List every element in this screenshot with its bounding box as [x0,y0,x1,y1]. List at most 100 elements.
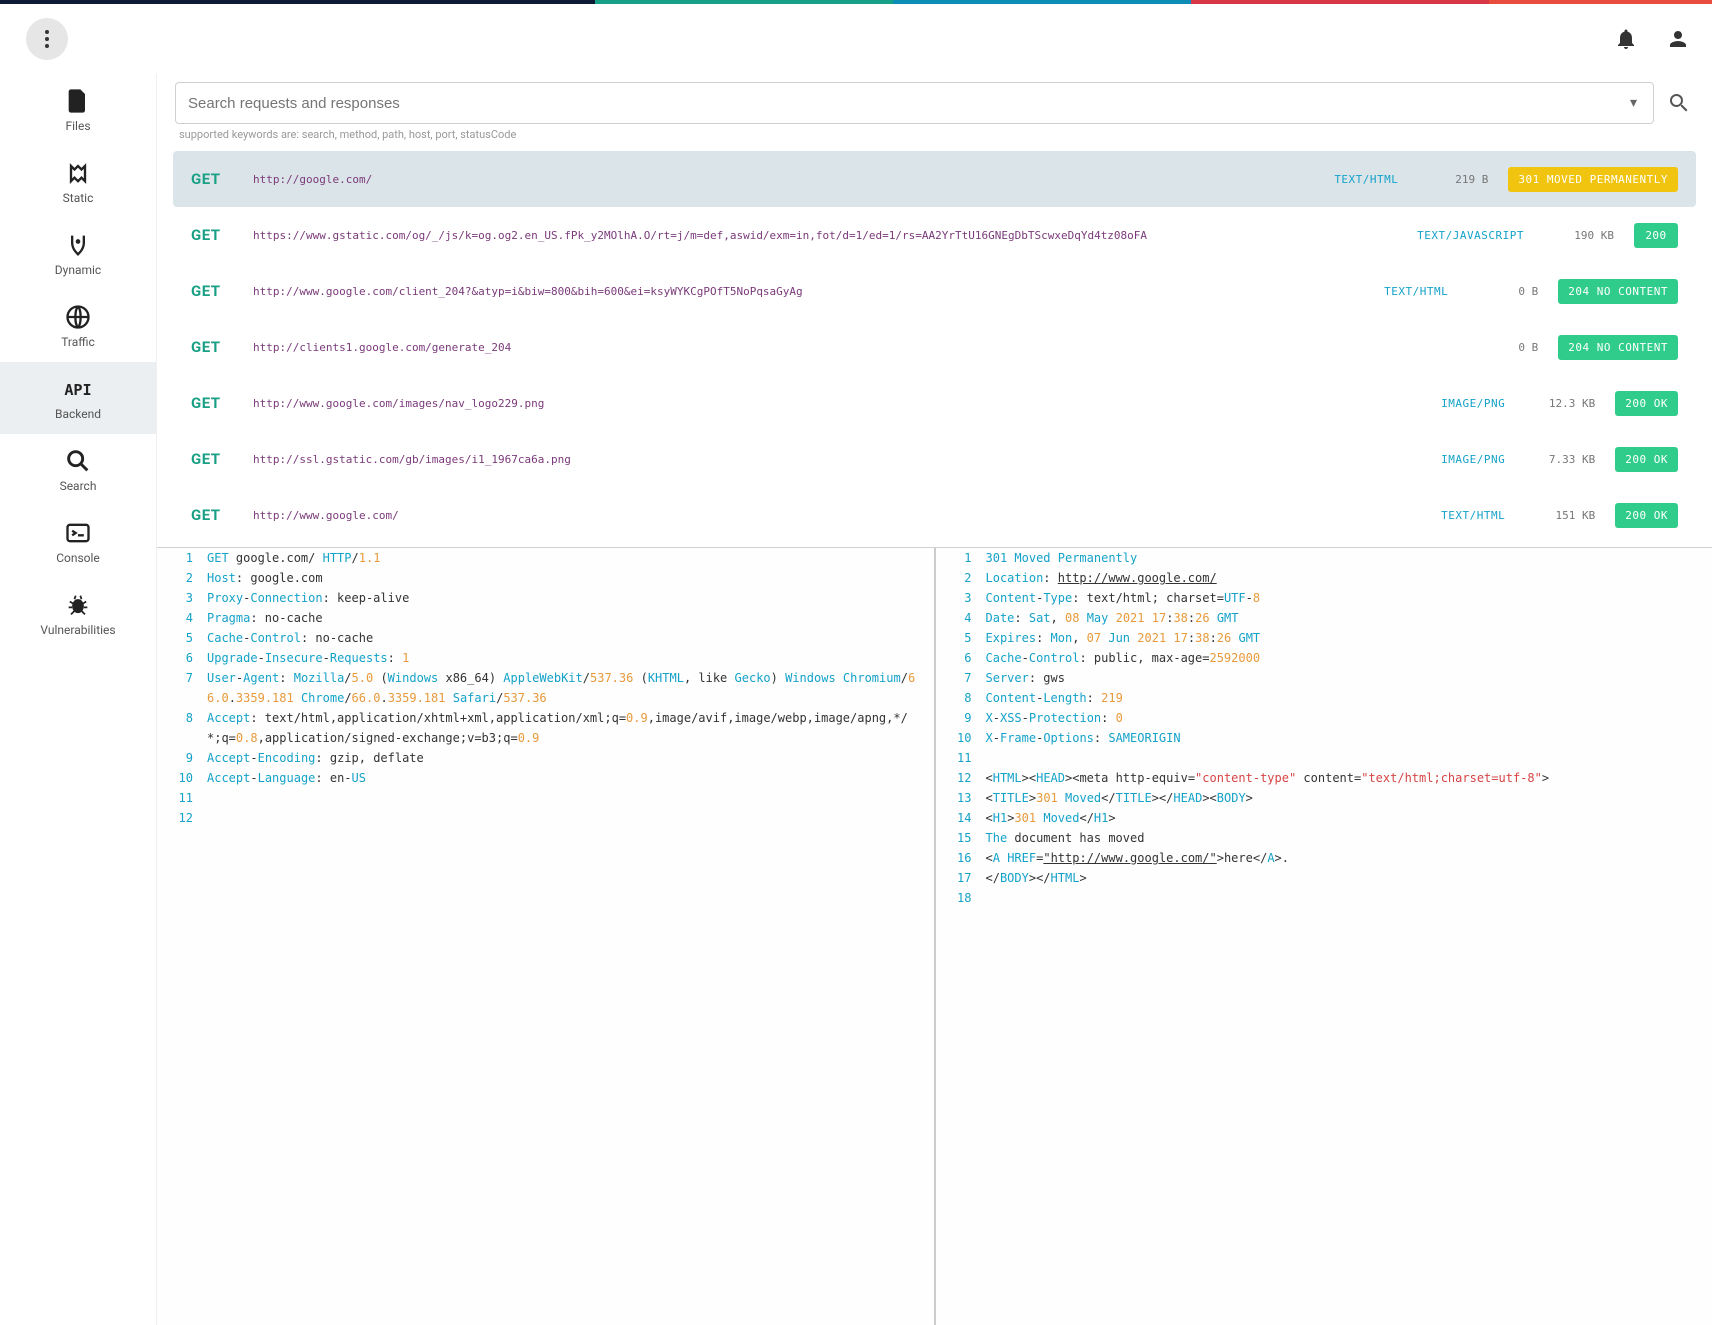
sidebar-item-label: Search [60,479,97,493]
requests-list: GET http://google.com/TEXT/HTML 219 B 301 M… [157,151,1712,543]
search-icon [64,447,92,475]
code-line: 3Content-Type: text/html; charset=UTF-8 [936,588,1712,608]
search-box[interactable]: ▾ [175,82,1654,124]
code-line: 6Upgrade-Insecure-Requests: 1 [157,648,934,668]
code-line: 4Pragma: no-cache [157,608,934,628]
code-line: 18 [936,888,1712,908]
files-icon [64,87,92,115]
code-line: 5Cache-Control: no-cache [157,628,934,648]
sidebar-item-vulnerabilities[interactable]: Vulnerabilities [0,578,156,650]
request-status-badge: 200 [1634,223,1678,248]
request-url: http://ssl.gstatic.com/gb/images/i1_1967… [253,453,1421,466]
sidebar-item-static[interactable]: Static [0,146,156,218]
code-line: 12<HTML><HEAD><meta http-equiv="content-… [936,768,1712,788]
request-method: GET [191,170,233,188]
code-line: 9X-XSS-Protection: 0 [936,708,1712,728]
request-status-badge: 200 OK [1615,503,1678,528]
response-pane[interactable]: 1301 Moved Permanently2Location: http://… [934,548,1712,1325]
request-row[interactable]: GEThttp://www.google.com/TEXT/HTML151 KB… [173,487,1696,543]
request-url: http://clients1.google.com/generate_204 [253,341,1448,354]
request-row[interactable]: GET http://www.google.com/images/nav_logo… [173,375,1696,431]
code-line: 14<H1>301 Moved</H1> [936,808,1712,828]
request-method: GET [191,226,233,244]
more-vert-icon [45,30,49,48]
code-line: 6Cache-Control: public, max-age=2592000 [936,648,1712,668]
notifications-button[interactable] [1612,25,1640,53]
request-url: http://google.com/ [253,173,1314,186]
sidebar-item-label: Static [63,191,94,205]
sidebar-item-dynamic[interactable]: Dynamic [0,218,156,290]
code-line: 3Proxy-Connection: keep-alive [157,588,934,608]
request-method: GET [191,282,233,300]
request-row[interactable]: GET http://google.com/TEXT/HTML 219 B 301 M… [173,151,1696,207]
request-method: GET [191,338,233,356]
profile-button[interactable] [1664,25,1692,53]
app-header [0,4,1712,74]
request-content-type: TEXT/JAVASCRIPT [1417,229,1524,242]
code-line: 1GET google.com/ HTTP/1.1 [157,548,934,568]
request-pane[interactable]: 1GET google.com/ HTTP/1.12Host: google.c… [157,548,934,1325]
request-url: https://www.gstatic.com/og/_/js/k=og.og2… [253,229,1397,242]
request-row[interactable]: GET http://www.google.com/client_204?&aty… [173,263,1696,319]
request-size: 219 B [1418,173,1488,186]
dropdown-caret-icon[interactable]: ▾ [1626,95,1641,111]
dynamic-icon [64,231,92,259]
request-content-type: TEXT/HTML [1441,509,1505,522]
backend-icon: API [64,375,92,403]
request-content-type: IMAGE/PNG [1441,397,1505,410]
request-url: http://www.google.com/ [253,509,1421,522]
request-method: GET [191,394,233,412]
code-line: 1301 Moved Permanently [936,548,1712,568]
request-status-badge: 301 MOVED PERMANENTLY [1508,167,1678,192]
code-line: 15The document has moved [936,828,1712,848]
code-line: 12 [157,808,934,828]
svg-text:API: API [64,381,91,399]
code-line: 17</BODY></HTML> [936,868,1712,888]
request-url: http://www.google.com/client_204?&atyp=i… [253,285,1364,298]
sidebar-item-label: Traffic [61,335,95,349]
code-line: 5Expires: Mon, 07 Jun 2021 17:38:26 GMT [936,628,1712,648]
bell-icon [1614,27,1638,51]
sidebar-item-files[interactable]: Files [0,74,156,146]
sidebar-item-backend[interactable]: API Backend [0,362,156,434]
request-content-type: TEXT/HTML [1334,173,1398,186]
search-icon [1667,91,1691,115]
request-size: 0 B [1468,341,1538,354]
code-line: 8Content-Length: 219 [936,688,1712,708]
sidebar-item-traffic[interactable]: Traffic [0,290,156,362]
search-button[interactable] [1664,88,1694,118]
code-line: 11 [936,748,1712,768]
vulnerabilities-icon [64,591,92,619]
code-line: 4Date: Sat, 08 May 2021 17:38:26 GMT [936,608,1712,628]
code-line: 2Location: http://www.google.com/ [936,568,1712,588]
sidebar: Files Static Dynamic Traffic API Backend Searc… [0,74,157,1325]
request-method: GET [191,450,233,468]
console-icon [64,519,92,547]
code-line: 7User-Agent: Mozilla/5.0 (Windows x86_64… [157,668,934,708]
sidebar-item-console[interactable]: Console [0,506,156,578]
search-hint: supported keywords are: search, method, … [157,124,1712,151]
request-status-badge: 200 OK [1615,447,1678,472]
code-line: 13<TITLE>301 Moved</TITLE></HEAD><BODY> [936,788,1712,808]
request-row[interactable]: GET https://www.gstatic.com/og/_/js/k=og.… [173,207,1696,263]
sidebar-item-label: Files [65,119,90,133]
sidebar-item-label: Backend [55,407,101,421]
request-status-badge: 204 NO CONTENT [1558,335,1678,360]
request-row[interactable]: GET http://ssl.gstatic.com/gb/images/i1_1… [173,431,1696,487]
request-row[interactable]: GET http://clients1.google.com/generate_2… [173,319,1696,375]
code-line: 11 [157,788,934,808]
sidebar-item-search[interactable]: Search [0,434,156,506]
code-line: 9Accept-Encoding: gzip, deflate [157,748,934,768]
menu-button[interactable] [26,18,68,60]
code-line: 16<A HREF="http://www.google.com/">here<… [936,848,1712,868]
request-url: http://www.google.com/images/nav_logo229… [253,397,1421,410]
code-line: 7Server: gws [936,668,1712,688]
code-line: 10X-Frame-Options: SAMEORIGIN [936,728,1712,748]
code-line: 10Accept-Language: en-US [157,768,934,788]
code-line: 2Host: google.com [157,568,934,588]
request-size: 190 KB [1544,229,1614,242]
request-status-badge: 200 OK [1615,391,1678,416]
code-line: 8Accept: text/html,application/xhtml+xml… [157,708,934,748]
request-method: GET [191,506,233,524]
search-input[interactable] [188,95,1626,112]
